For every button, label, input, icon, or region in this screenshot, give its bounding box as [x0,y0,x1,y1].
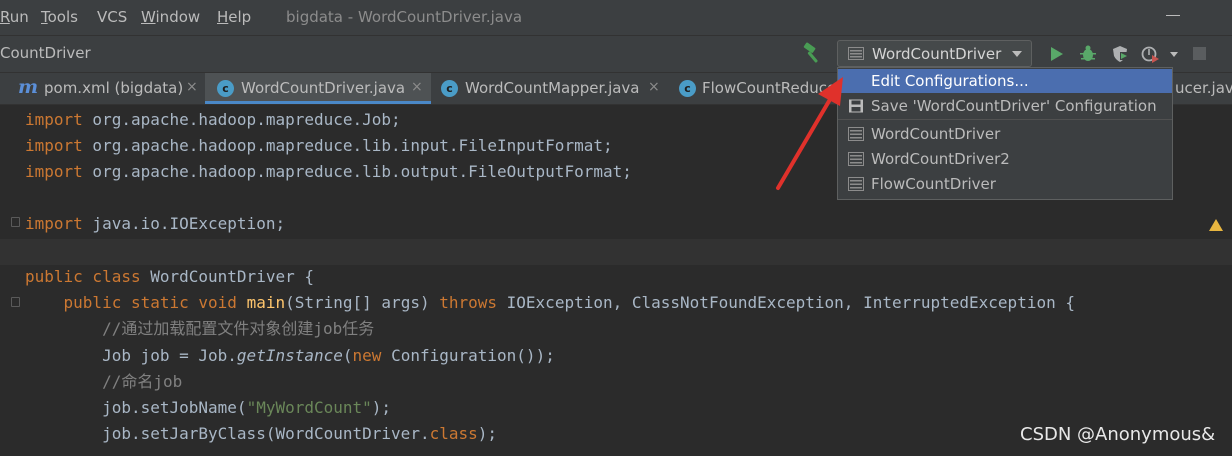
menu-bar: Run Tools VCS Window Help bigdata - Word… [0,0,1232,36]
code-line: job.setJarByClass(WordCountDriver.class)… [25,424,498,443]
code-comment: //命名job [25,372,183,391]
code-line: import org.apache.hadoop.mapreduce.lib.o… [25,162,632,181]
current-line-highlight [0,239,1232,265]
code-line: Job job = Job.getInstance(new Configurat… [25,346,555,365]
tab-label: pom.xml (bigdata) [44,79,184,97]
more-run-options-chevron-icon[interactable] [1170,52,1178,57]
code-line: public class WordCountDriver { [25,267,314,286]
config-icon [848,127,864,141]
code-line: import org.apache.hadoop.mapreduce.Job; [25,110,401,129]
debug-bug-icon[interactable] [1078,44,1098,64]
tab-label: ucer.java [1175,79,1232,97]
menu-item-label: WordCountDriver [871,125,1001,143]
tab-label: WordCountDriver.java [241,79,406,97]
menu-separator [838,119,1172,120]
close-icon[interactable]: × [411,79,423,95]
menu-item-label: WordCountDriver2 [871,150,1010,168]
stop-icon[interactable] [1193,47,1206,60]
class-icon: c [441,80,458,97]
run-configuration-dropdown[interactable]: WordCountDriver [837,40,1032,67]
tab-partial[interactable]: ucer.java [1172,73,1232,104]
minimize-icon[interactable] [1166,15,1180,16]
code-line: import java.io.IOException; [25,214,286,233]
class-icon: c [679,80,696,97]
menu-help[interactable]: Help [217,8,251,26]
run-configuration-label: WordCountDriver [872,45,1002,63]
watermark: CSDN @Anonymous& [1020,424,1216,445]
menu-run[interactable]: Run [0,8,29,26]
code-line: import org.apache.hadoop.mapreduce.lib.i… [25,136,613,155]
edit-configurations-menu-item[interactable]: Edit Configurations... [838,69,1172,93]
run-icon[interactable] [1046,44,1066,64]
fold-marker-icon[interactable] [11,217,20,227]
menu-item-label: FlowCountDriver [871,175,996,193]
profiler-icon[interactable] [1140,44,1160,64]
menu-window[interactable]: Window [141,8,200,26]
menu-item-label: Save 'WordCountDriver' Configuration [871,97,1157,115]
menu-item-label: Edit Configurations... [871,72,1029,90]
save-configuration-menu-item[interactable]: Save 'WordCountDriver' Configuration [838,94,1172,118]
breadcrumb[interactable]: CountDriver [0,44,91,62]
window-title: bigdata - WordCountDriver.java [286,8,523,26]
config-icon [848,177,864,191]
tab-label: FlowCountReduce [702,79,837,97]
warning-icon[interactable] [1209,219,1223,231]
tab-label: WordCountMapper.java [465,79,640,97]
code-line: job.setJobName("MyWordCount"); [25,398,392,417]
build-hammer-icon[interactable] [800,42,824,66]
tab-wordcountdriver[interactable]: c WordCountDriver.java × [205,73,431,104]
tab-wordcountmapper[interactable]: c WordCountMapper.java × [431,73,671,104]
tab-flowcountreducer[interactable]: c FlowCountReduce [671,73,841,104]
close-icon[interactable]: × [186,79,198,95]
chevron-down-icon [1012,51,1022,57]
config-flowcountdriver-menu-item[interactable]: FlowCountDriver [838,172,1172,196]
config-icon [848,47,864,60]
config-wordcountdriver-menu-item[interactable]: WordCountDriver [838,122,1172,146]
fold-marker-icon[interactable] [11,297,20,307]
code-comment: //通过加载配置文件对象创建job任务 [25,319,375,338]
config-wordcountdriver2-menu-item[interactable]: WordCountDriver2 [838,147,1172,171]
coverage-shield-icon[interactable] [1110,44,1130,64]
code-line: public static void main(String[] args) t… [63,293,1075,312]
run-configuration-popup: Edit Configurations... Save 'WordCountDr… [837,67,1173,200]
menu-tools[interactable]: Tools [41,8,78,26]
save-icon [849,99,863,113]
maven-icon: m [18,76,39,98]
tab-pom-xml[interactable]: m pom.xml (bigdata) × [0,73,205,104]
config-icon [848,152,864,166]
class-icon: c [217,80,234,97]
close-icon[interactable]: × [648,79,660,95]
menu-vcs[interactable]: VCS [97,8,127,26]
